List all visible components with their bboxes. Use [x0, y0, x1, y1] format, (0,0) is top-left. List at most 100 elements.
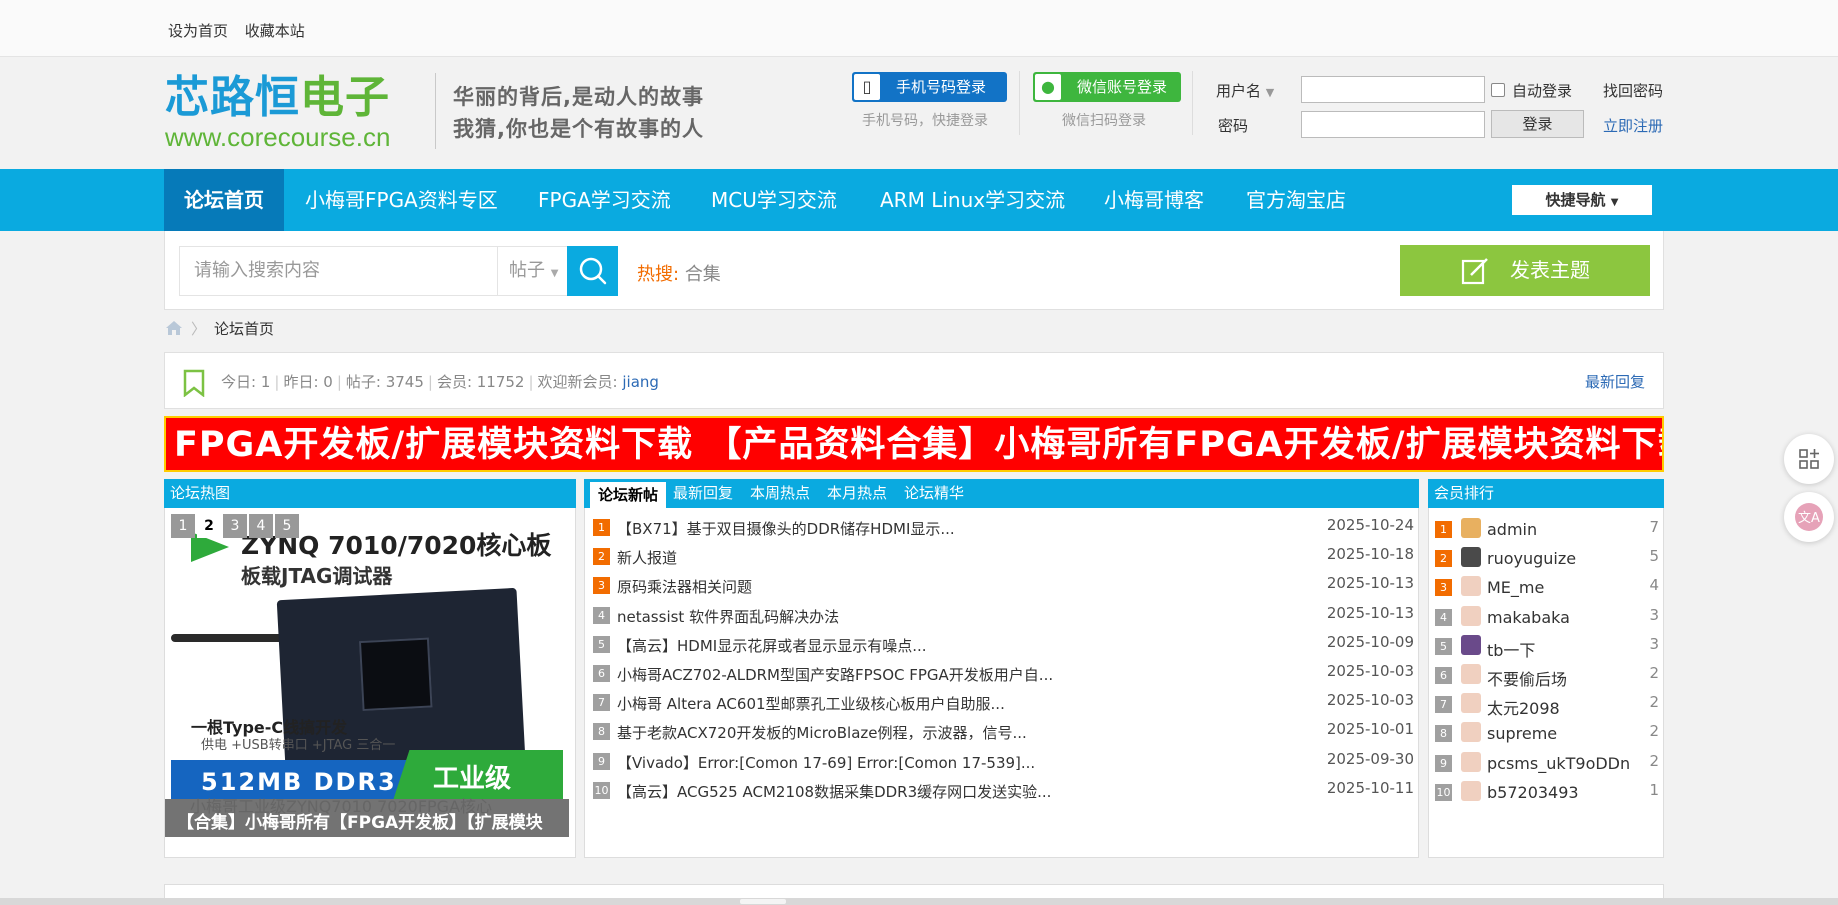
tab-month-hot[interactable]: 本月热点 — [827, 479, 887, 508]
nav-item-arm-linux[interactable]: ARM Linux学习交流 — [880, 169, 1065, 231]
avatar[interactable] — [1461, 693, 1481, 714]
new-topic-label: 发表主题 — [1510, 258, 1590, 282]
post-title[interactable]: 新人报道 — [617, 547, 677, 568]
wechat-login-subtext: 微信扫码登录 — [1062, 113, 1146, 129]
search-type-select[interactable]: 帖子 ▼ — [497, 246, 569, 296]
login-submit-button[interactable]: 登录 — [1491, 110, 1584, 138]
post-title[interactable]: 【高云】ACG525 ACM2108数据采集DDR3缓存网口发送实验... — [617, 781, 1051, 802]
top-links: 设为首页 收藏本站 — [168, 20, 317, 41]
hot-search-term[interactable]: 合集 — [685, 264, 721, 285]
pager-3[interactable]: 3 — [223, 514, 247, 538]
post-title[interactable]: 【BX71】基于双目摄像头的DDR储存HDMI显示... — [617, 518, 955, 539]
search-icon — [579, 257, 607, 285]
member-row[interactable]: 10 b57203493 1 — [1429, 775, 1663, 809]
tab-latest-reply[interactable]: 最新回复 — [673, 479, 733, 508]
rank-number: 3 — [1435, 579, 1452, 597]
member-count: 2 — [1649, 722, 1659, 741]
latest-reply-link[interactable]: 最新回复 — [1585, 371, 1645, 392]
bookmark-site-link[interactable]: 收藏本站 — [245, 22, 305, 40]
avatar[interactable] — [1461, 518, 1481, 538]
hot-caption[interactable]: 【合集】小梅哥所有【FPGA开发板】【扩展模块 — [177, 808, 543, 833]
image-subtitle: 板载JTAG调试器 — [241, 564, 393, 588]
nav-item-fpga-exchange[interactable]: FPGA学习交流 — [538, 169, 671, 231]
scrollbar-thumb[interactable] — [740, 899, 786, 904]
home-icon[interactable] — [165, 320, 183, 340]
phone-login-button[interactable]: ▯ 手机号码登录 — [852, 72, 1007, 102]
member-name[interactable]: supreme — [1487, 724, 1557, 743]
wechat-login-button[interactable]: ● 微信账号登录 — [1033, 72, 1181, 102]
marquee-banner[interactable]: FPGA开发板/扩展模块资料下载 【产品资料合集】小梅哥所有FPGA开发板/扩展… — [164, 416, 1664, 472]
avatar[interactable] — [1461, 547, 1481, 568]
post-title[interactable]: 小梅哥 Altera AC601型邮票孔工业级核心板用户自助服... — [617, 693, 1005, 714]
slogan: 华丽的背后,是动人的故事 我猜,你也是个有故事的人 — [453, 81, 704, 145]
post-date: 2025-10-24 — [1326, 516, 1414, 534]
avatar[interactable] — [1461, 576, 1481, 597]
avatar[interactable] — [1461, 751, 1481, 772]
post-title[interactable]: 原码乘法器相关问题 — [617, 576, 752, 597]
search-button[interactable] — [567, 246, 618, 296]
translate-button[interactable]: 文A — [1784, 492, 1834, 542]
avatar[interactable] — [1461, 664, 1481, 684]
nav-item-taobao[interactable]: 官方淘宝店 — [1246, 169, 1346, 231]
auto-login-label: 自动登录 — [1512, 82, 1573, 100]
hot-image[interactable]: ZYNQ 7010/7020核心板 板载JTAG调试器 一根Type-C线搞开发… — [171, 514, 563, 799]
post-title[interactable]: netassist 软件界面乱码解决办法 — [617, 606, 839, 627]
stats-text: 今日: 1 | 昨日: 0 | 帖子: 3745 | 会员: 11752 | 欢迎新会员: ji… — [221, 373, 659, 391]
auto-login-checkbox[interactable] — [1491, 83, 1505, 97]
member-name[interactable]: pcsms_ukT9oDDn — [1487, 754, 1630, 773]
avatar[interactable] — [1461, 634, 1481, 655]
member-name[interactable]: ME_me — [1487, 578, 1544, 597]
member-count: 4 — [1649, 576, 1659, 595]
breadcrumb-separator: 〉 — [191, 320, 207, 338]
avatar[interactable] — [1461, 722, 1481, 743]
member-panel-title: 会员排行 — [1428, 479, 1664, 508]
nav-item-fpga-resources[interactable]: 小梅哥FPGA资料专区 — [305, 169, 498, 231]
post-title[interactable]: 小梅哥ACZ702-ALDRM型国产安路FPSOC FPGA开发板用户自... — [617, 664, 1053, 685]
breadcrumb-current[interactable]: 论坛首页 — [214, 320, 274, 338]
horizontal-scrollbar[interactable] — [0, 898, 1838, 905]
post-title[interactable]: 基于老款ACX720开发板的MicroBlaze例程，示波器，信号... — [617, 722, 1027, 743]
post-title[interactable]: 【Vivado】Error:[Comon 17-69] Error:[Comon… — [617, 752, 1035, 773]
post-title[interactable]: 【高云】HDMI显示花屏或者显示显示有噪点... — [617, 635, 927, 656]
pager-5[interactable]: 5 — [275, 514, 299, 538]
username-label[interactable]: 用户名 ▼ — [1216, 80, 1274, 101]
pager-4[interactable]: 4 — [249, 514, 273, 538]
new-member-link[interactable]: jiang — [622, 373, 659, 391]
nav-item-blog[interactable]: 小梅哥博客 — [1104, 169, 1204, 231]
member-name[interactable]: makabaka — [1487, 608, 1570, 627]
tab-week-hot[interactable]: 本周热点 — [750, 479, 810, 508]
pager-2[interactable]: 2 — [197, 514, 221, 538]
site-logo[interactable]: 芯路恒电子 www.corecourse.cn — [165, 73, 425, 153]
nav-item-mcu-exchange[interactable]: MCU学习交流 — [711, 169, 837, 231]
post-date: 2025-10-11 — [1326, 778, 1414, 797]
pager-1[interactable]: 1 — [171, 514, 195, 538]
avatar[interactable] — [1461, 605, 1481, 626]
member-count: 2 — [1649, 664, 1659, 682]
search-input[interactable]: 请输入搜索内容 — [179, 246, 497, 296]
quick-nav-button[interactable]: 快捷导航 ▼ — [1512, 185, 1652, 215]
member-name[interactable]: admin — [1487, 520, 1537, 539]
nav-item-home[interactable]: 论坛首页 — [164, 169, 284, 231]
register-link[interactable]: 立即注册 — [1603, 115, 1663, 136]
rank-number: 9 — [593, 752, 610, 770]
member-count: 2 — [1649, 751, 1659, 770]
tab-new-posts[interactable]: 论坛新帖 — [590, 482, 667, 508]
add-app-button[interactable] — [1784, 434, 1834, 484]
new-topic-button[interactable]: 发表主题 — [1400, 245, 1650, 296]
slogan-line2: 我猜,你也是个有故事的人 — [453, 117, 704, 141]
member-name[interactable]: ruoyuguize — [1487, 549, 1576, 568]
set-home-link[interactable]: 设为首页 — [168, 22, 228, 40]
password-input[interactable] — [1301, 111, 1485, 138]
forgot-password-link[interactable]: 找回密码 — [1603, 80, 1663, 101]
post-date: 2025-09-30 — [1326, 749, 1414, 768]
member-name[interactable]: b57203493 — [1487, 783, 1579, 802]
avatar[interactable] — [1461, 780, 1481, 801]
post-date: 2025-10-13 — [1326, 574, 1414, 593]
rank-number: 10 — [1435, 783, 1452, 801]
tab-essence[interactable]: 论坛精华 — [904, 479, 964, 508]
hot-panel-title: 论坛热图 — [164, 479, 576, 508]
post-row[interactable]: 10 【高云】ACG525 ACM2108数据采集DDR3缓存网口发送实验... 2… — [585, 773, 1418, 807]
stat-welcome: 欢迎新会员: — [537, 373, 618, 391]
rank-number: 7 — [593, 694, 610, 712]
username-input[interactable] — [1301, 76, 1485, 103]
